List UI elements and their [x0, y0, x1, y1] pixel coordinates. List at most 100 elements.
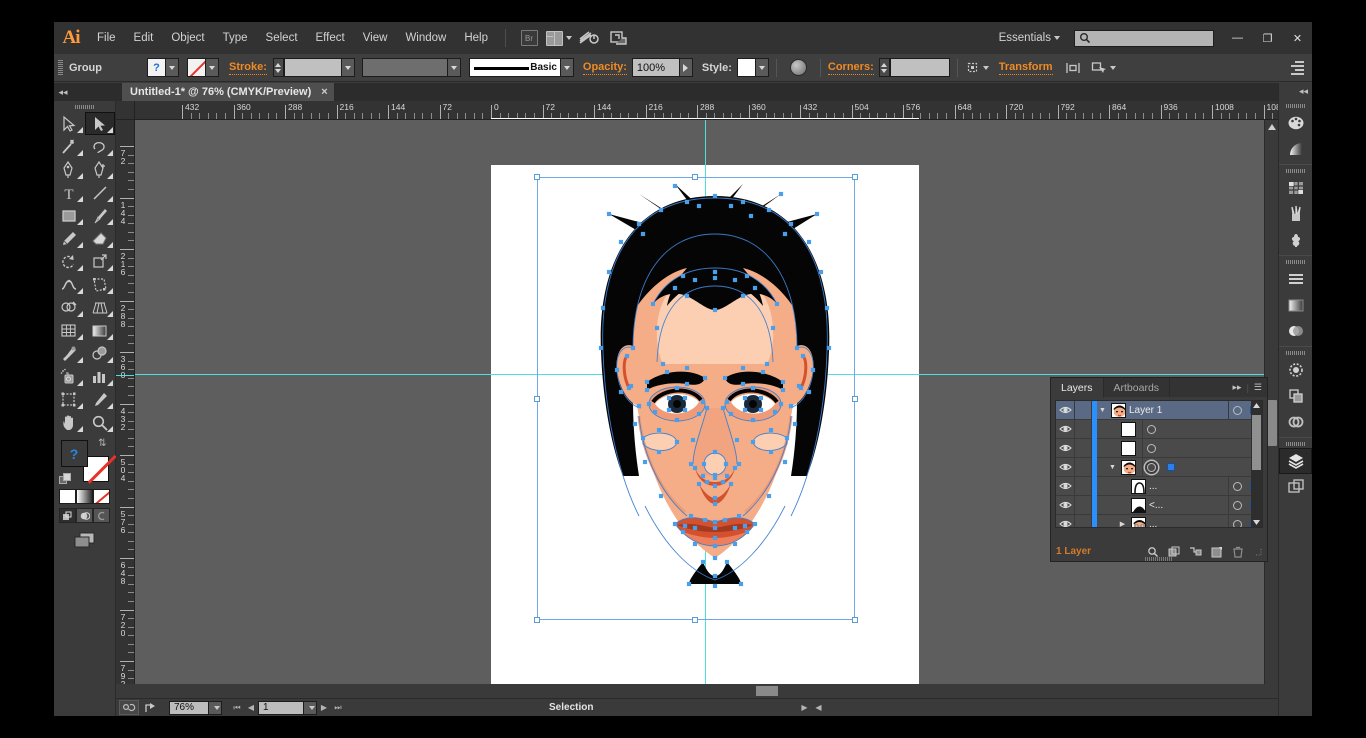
target-indicator[interactable]	[1147, 443, 1156, 453]
menu-object[interactable]: Object	[162, 22, 213, 54]
fill-dropdown[interactable]	[166, 58, 179, 77]
selection-indicator[interactable]	[1167, 463, 1175, 471]
resize-grip[interactable]	[1253, 547, 1262, 556]
layers-panel-icon[interactable]	[1279, 448, 1312, 474]
workspace-switcher[interactable]: Essentials	[991, 32, 1068, 44]
brushes-panel-icon[interactable]	[1279, 201, 1312, 227]
horizontal-scroll-thumb[interactable]	[756, 686, 778, 696]
selection-handle-ml[interactable]	[534, 396, 540, 402]
line-segment-tool[interactable]	[85, 181, 116, 204]
mesh-tool[interactable]	[54, 319, 85, 342]
tab-layers[interactable]: Layers	[1051, 378, 1104, 397]
lock-toggle[interactable]	[1075, 476, 1092, 496]
close-document-icon[interactable]: ×	[321, 86, 327, 98]
stroke-weight-field[interactable]	[283, 58, 342, 77]
corners-label[interactable]: Corners:	[827, 61, 874, 75]
panel-bottom-grip[interactable]	[1145, 557, 1173, 561]
width-tool[interactable]	[54, 273, 85, 296]
layer-target-cell[interactable]	[1142, 457, 1160, 477]
layer-name[interactable]: ...	[1149, 519, 1157, 528]
selection-handle-br[interactable]	[852, 617, 858, 623]
menu-view[interactable]: View	[354, 22, 397, 54]
panel-menu-icon[interactable]: ☰	[1254, 382, 1262, 393]
gradient-panel-icon[interactable]	[1279, 136, 1312, 162]
expand-layer-icon[interactable]: ▶	[1117, 520, 1128, 527]
visibility-toggle-icon[interactable]	[1056, 514, 1075, 527]
layer-select-cell[interactable]	[1163, 458, 1179, 477]
appearance-panel-icon[interactable]	[1279, 357, 1312, 383]
selection-handle-tl[interactable]	[534, 174, 540, 180]
opacity-slider-button[interactable]	[679, 58, 693, 77]
zoom-tool[interactable]	[85, 411, 116, 434]
corner-radius-field[interactable]	[889, 58, 950, 77]
graphic-style-dropdown[interactable]	[755, 58, 769, 77]
ruler-origin[interactable]	[116, 101, 135, 120]
share-on-behance-icon[interactable]	[143, 700, 161, 715]
create-new-layer-icon[interactable]	[1211, 546, 1223, 558]
lock-toggle[interactable]	[1075, 401, 1092, 420]
graphic-styles-panel-icon[interactable]	[1279, 383, 1312, 409]
stroke-panel-icon[interactable]	[1279, 266, 1312, 292]
visibility-toggle-icon[interactable]	[1056, 495, 1075, 515]
layer-row[interactable]	[1056, 438, 1262, 458]
control-bar-grip[interactable]	[58, 59, 63, 76]
selection-handle-tr[interactable]	[852, 174, 858, 180]
artboard-tool[interactable]	[54, 388, 85, 411]
document-tab[interactable]: Untitled-1* @ 76% (CMYK/Preview) ×	[122, 83, 335, 101]
menu-edit[interactable]: Edit	[125, 22, 163, 54]
menu-select[interactable]: Select	[257, 22, 307, 54]
hand-tool[interactable]	[54, 411, 85, 434]
layer-row[interactable]: <...	[1056, 495, 1262, 515]
selection-handle-bc[interactable]	[692, 617, 698, 623]
search-input[interactable]	[1074, 29, 1214, 47]
lock-toggle[interactable]	[1075, 419, 1092, 439]
none-swatch-mode[interactable]	[93, 489, 110, 504]
layer-select-cell[interactable]	[1163, 439, 1179, 458]
slice-tool[interactable]	[85, 388, 116, 411]
visibility-toggle-icon[interactable]	[1056, 457, 1075, 477]
tab-artboards[interactable]: Artboards	[1104, 378, 1171, 397]
dock-group-grip[interactable]	[1285, 442, 1306, 446]
target-indicator[interactable]	[1233, 500, 1242, 510]
target-indicator[interactable]	[1233, 481, 1242, 491]
make-clipping-mask-icon[interactable]	[1168, 546, 1180, 558]
links-panel-icon[interactable]	[1279, 409, 1312, 435]
dock-group-grip[interactable]	[1285, 169, 1306, 173]
dock-group-grip[interactable]	[1285, 260, 1306, 264]
layers-scroll-thumb[interactable]	[1252, 415, 1261, 470]
next-artboard-icon[interactable]: ▶	[317, 700, 331, 715]
visibility-toggle-icon[interactable]	[1056, 419, 1075, 439]
selection-tool[interactable]	[54, 112, 85, 135]
zoom-level-field[interactable]: 76%	[169, 700, 209, 715]
restore-button[interactable]: ❐	[1253, 28, 1282, 49]
layer-row[interactable]: ▼	[1056, 457, 1262, 477]
layer-target-cell[interactable]	[1228, 495, 1246, 515]
direct-selection-tool[interactable]	[84, 112, 115, 135]
last-artboard-icon[interactable]: ⏭	[331, 700, 345, 715]
stroke-profile-dropdown[interactable]	[447, 58, 461, 77]
target-indicator[interactable]	[1147, 462, 1156, 472]
lock-toggle[interactable]	[1075, 514, 1092, 527]
layer-select-cell[interactable]	[1163, 420, 1179, 439]
layer-target-cell[interactable]	[1142, 438, 1160, 458]
selection-handle-tc[interactable]	[692, 174, 698, 180]
blend-tool[interactable]	[85, 342, 116, 365]
swap-fill-stroke-icon[interactable]: ⇅	[98, 438, 106, 449]
dock-group-grip[interactable]	[1285, 351, 1306, 355]
menu-type[interactable]: Type	[214, 22, 257, 54]
previous-artboard-icon[interactable]: ◀	[244, 700, 258, 715]
brush-dropdown[interactable]	[560, 58, 574, 77]
change-screen-mode-button[interactable]	[54, 531, 115, 549]
rotate-tool[interactable]	[54, 250, 85, 273]
visibility-toggle-icon[interactable]	[1056, 438, 1075, 458]
symbols-panel-icon[interactable]	[1279, 227, 1312, 253]
panel-menu-icon[interactable]	[1291, 60, 1304, 75]
expand-dock-icon[interactable]: ◂◂	[1279, 83, 1312, 100]
layers-scrollbar[interactable]	[1251, 401, 1262, 527]
swatches-panel-icon[interactable]	[1279, 175, 1312, 201]
vertical-ruler[interactable]: 72144216288360432504576648720792	[116, 120, 135, 716]
stroke-label[interactable]: Stroke:	[229, 61, 267, 75]
graphic-style-swatch[interactable]	[736, 58, 756, 77]
menu-file[interactable]: File	[88, 22, 125, 54]
column-graph-tool[interactable]	[85, 365, 116, 388]
